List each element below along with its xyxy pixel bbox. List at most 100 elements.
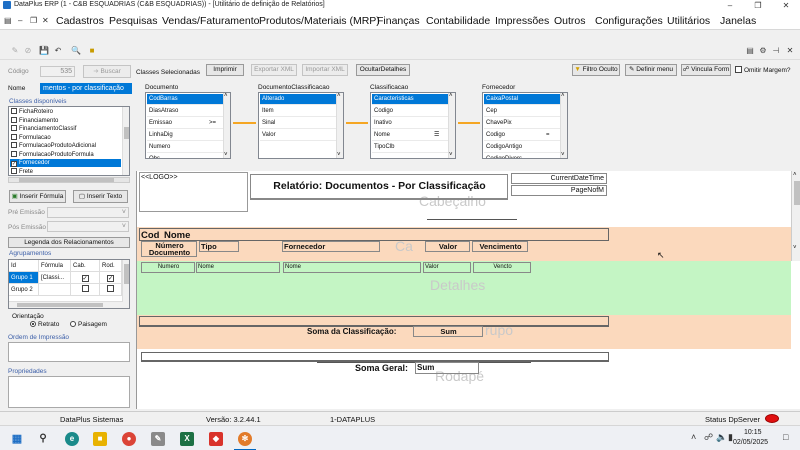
buscar-button[interactable]: ➜ Buscar [83,65,131,78]
scroll-down-icon[interactable]: ˅ [449,152,453,158]
logo-placeholder[interactable]: <<LOGO>> [139,172,248,212]
class-checkbox[interactable]: ✓ [11,161,17,167]
class-table-scrollbar[interactable]: ˄ ˅ [336,93,343,158]
tray-time[interactable]: 10:15 [744,429,762,436]
scroll-down-icon[interactable]: ˅ [337,152,341,158]
class-table-field[interactable]: CodBarras [147,94,223,105]
report-designer[interactable]: Cabeçalho <<LOGO>> Relatório: Documentos… [136,171,800,409]
class-list-item[interactable]: Financiamento [11,116,58,125]
class-table-field[interactable]: Alterado [260,94,336,105]
dataplus-icon[interactable]: ✼ [238,432,252,446]
grid-row2-rod-checkbox[interactable] [107,285,114,292]
pre-emissao-select[interactable]: ˅ [47,207,129,218]
grid-vscrollbar[interactable] [122,260,129,308]
close-panel-icon[interactable]: ✕ [785,46,795,56]
propriedades-field[interactable] [8,376,130,408]
minimize-icon[interactable]: – [716,0,744,12]
scroll-down-icon[interactable]: ˅ [224,152,228,158]
menu-cadastros[interactable]: Cadastros [56,15,104,27]
class-checkbox[interactable] [11,125,17,131]
imprimir-button[interactable]: Imprimir [206,64,244,76]
inserir-texto-button[interactable]: ▢ Inserir Texto [73,190,128,203]
menu-utilitarios[interactable]: Utilitários [667,15,710,27]
tray-date[interactable]: 02/05/2025 [733,439,768,446]
class-checkbox[interactable] [11,116,17,123]
grid-row2-id[interactable]: Grupo 2 [9,284,39,296]
grid-row2-cab-checkbox[interactable] [81,285,89,292]
edge-icon[interactable]: e [65,432,79,446]
tray-volume-icon[interactable]: 🔈 [716,432,727,443]
designer-vscrollbar[interactable]: ˄ ˅ [791,171,800,261]
grid-row1-id[interactable]: Grupo 1 [9,272,39,284]
page-nofm-field[interactable]: PageNofM [511,185,607,196]
class-table-field[interactable]: CaixaPostal [484,94,560,105]
mdi-close-icon[interactable]: ✕ [42,16,49,25]
soma-classificacao-value[interactable]: Sum [413,326,483,337]
file-explorer-icon[interactable]: ■ [93,432,107,446]
grid-row1-rod-checkbox[interactable]: ✓ [107,275,114,282]
menu-outros[interactable]: Outros [554,15,586,27]
grid-row1-rod[interactable]: ✓ [100,272,122,284]
grid-row1-cab[interactable]: ✓ [71,272,100,284]
settings-icon[interactable]: ⚙ [758,46,768,56]
scroll-up-icon[interactable]: ˄ [224,93,228,99]
class-table-field[interactable]: Codigo = [484,130,560,141]
pos-emissao-select[interactable]: ˅ [47,221,129,232]
class-checkbox[interactable] [11,142,17,148]
nome-field[interactable]: mentos - por classificação [40,83,132,94]
windows-start-icon[interactable]: ▦ [10,432,24,446]
menu-impressoes[interactable]: Impressões [495,15,549,27]
scroll-up-icon[interactable]: ˄ [793,172,797,178]
scroll-down-icon[interactable]: ˅ [793,245,797,251]
detail-vencto[interactable]: Vencto [473,262,531,273]
class-list-item[interactable]: FormulacaoProdutoAdicional [11,142,96,150]
col-header-valor[interactable]: Valor [425,241,470,252]
class-list-item[interactable]: ✓ Fornecedor [10,159,121,167]
menu-financas[interactable]: Finanças [377,15,420,27]
class-table-field[interactable]: Caracteristicas [372,94,448,105]
class-list-item[interactable]: Formulacao [11,133,51,142]
agrupamentos-grid[interactable]: Id Fórmula Cab. Rod. Grupo 1 [Classi... … [8,259,130,309]
current-datetime-field[interactable]: CurrentDateTime [511,173,607,184]
mdi-restore-icon[interactable]: ❐ [30,16,37,25]
class-table-field[interactable]: Codigo [372,106,448,117]
grid-row1-formula[interactable]: [Classi... [39,272,71,284]
soma-geral-value[interactable]: Sum [415,362,479,374]
tools-icon[interactable]: ✎ [151,432,165,446]
retrato-radio-button[interactable] [30,321,36,327]
class-table[interactable]: CaixaPostal Cep ChavePix Codigo = CodigoAntig… [482,92,568,159]
exportar-xml-button[interactable]: Exportar XML [251,64,297,76]
class-table-field[interactable]: Inativo [372,118,448,129]
class-list-item[interactable]: FormulacaoProdutoFormula [11,150,94,159]
excel-icon[interactable]: X [180,432,194,446]
detail-valor[interactable]: Valor [423,262,471,273]
group-nome[interactable]: Nome [164,230,190,241]
inserir-formula-button[interactable]: ▣ Inserir Fórmula [9,190,66,203]
menu-pesquisas[interactable]: Pesquisas [109,15,157,27]
ocultar-detalhes-button[interactable]: OcultarDetalhes [356,64,410,76]
search-taskbar-icon[interactable]: ⚲ [36,432,50,446]
retrato-radio[interactable]: Retrato [30,321,59,328]
grid-row2-formula[interactable] [39,284,71,296]
detail-numero[interactable]: Numero [141,262,195,273]
menu-janelas[interactable]: Janelas [720,15,756,27]
tray-network-icon[interactable]: ☍ [704,432,713,443]
class-table-field[interactable]: Sinal [260,118,336,129]
class-table-field[interactable]: Emissao >= [147,118,223,129]
grid-row2-rod[interactable] [100,284,122,296]
class-checkbox[interactable] [11,108,17,114]
col-header-numero[interactable]: Número Documento [141,241,197,257]
scroll-up-icon[interactable]: ˄ [561,93,565,99]
grid-row1-cab-checkbox[interactable]: ✓ [81,275,89,282]
importar-xml-button[interactable]: Importar XML [302,64,348,76]
classes-list-hscrollbar[interactable] [8,177,130,183]
class-table-field[interactable]: Obs [147,154,223,158]
omitir-margem-box[interactable] [735,66,742,73]
class-table-field[interactable]: Nome ☰ [372,130,448,141]
filtro-oculto-button[interactable]: ▼ Filtro Oculto [572,64,620,76]
class-table-field[interactable]: Numero [147,142,223,153]
group-field-row[interactable] [139,228,609,241]
paisagem-radio[interactable]: Paisagem [70,321,107,328]
soma-geral-label[interactable]: Soma Geral: [355,363,408,373]
grid-hscrollbar[interactable] [9,301,123,308]
